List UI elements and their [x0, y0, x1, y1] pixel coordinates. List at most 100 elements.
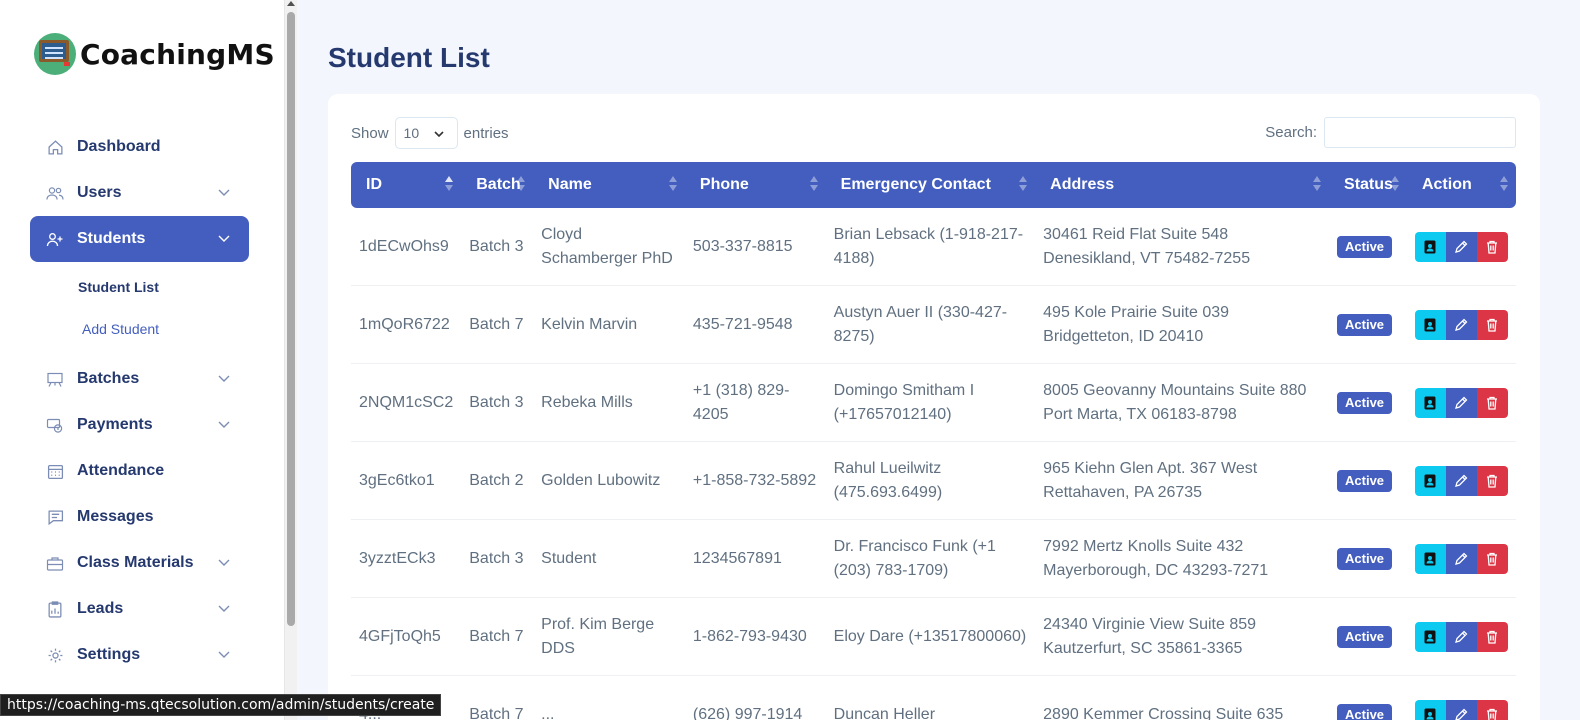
col-header-label: Action: [1421, 176, 1472, 193]
edit-button[interactable]: [1445, 231, 1477, 262]
cell-id: 3yzztECk3: [351, 520, 462, 598]
edit-button[interactable]: [1445, 465, 1477, 496]
view-button[interactable]: [1414, 621, 1446, 652]
cell-emergency-contact: Duncan Heller: [826, 676, 1036, 720]
cell-status: Active: [1329, 364, 1407, 442]
trash-icon: [1487, 552, 1498, 566]
col-header-name[interactable]: Name: [533, 162, 685, 208]
view-button[interactable]: [1414, 309, 1446, 340]
delete-button[interactable]: [1476, 699, 1508, 720]
status-badge: Active: [1337, 235, 1393, 258]
users-icon: [46, 184, 64, 202]
edit-button[interactable]: [1445, 309, 1477, 340]
sidebar-item-label: Payments: [77, 416, 153, 433]
clipboard-icon: [46, 600, 64, 618]
submenu-add-student[interactable]: Add Student: [30, 308, 249, 350]
row-actions: [1414, 309, 1508, 340]
col-header-status[interactable]: Status: [1329, 162, 1407, 208]
sidebar-item-label: Dashboard: [77, 138, 161, 155]
cell-status: Active: [1329, 676, 1407, 720]
col-header-id[interactable]: ID: [351, 162, 462, 208]
sidebar-item-settings[interactable]: Settings: [30, 632, 249, 678]
table-header-row: ID Batch Name Phone Emergency Contact Ad…: [351, 162, 1516, 208]
pencil-icon: [1455, 630, 1468, 643]
col-header-address[interactable]: Address: [1035, 162, 1330, 208]
logo-text: CoachingMS: [80, 37, 275, 71]
row-actions: [1414, 699, 1508, 720]
sort-icon: [517, 176, 526, 194]
chevron-down-icon: [433, 131, 444, 138]
row-actions: [1414, 621, 1508, 652]
cell-phone: +1-858-732-5892: [684, 442, 826, 520]
cell-emergency-contact: Austyn Auer II (330-427-8275): [825, 286, 1036, 364]
view-button[interactable]: [1414, 387, 1446, 418]
status-badge: Active: [1337, 313, 1393, 336]
app-logo[interactable]: CoachingMS: [34, 32, 275, 76]
cell-phone: 1-862-793-9430: [684, 598, 826, 676]
payments-icon: [46, 416, 64, 434]
sidebar-item-leads[interactable]: Leads: [30, 586, 249, 632]
gear-icon: [46, 646, 64, 664]
cell-action: [1406, 208, 1516, 286]
edit-button[interactable]: [1445, 699, 1477, 720]
scroll-up-arrow-icon[interactable]: [287, 1, 295, 6]
cell-id: 1mQoR6722: [351, 286, 462, 364]
pencil-icon: [1455, 396, 1468, 409]
trash-icon: [1487, 474, 1498, 488]
cell-phone: (626) 997-1914: [685, 676, 826, 720]
view-button[interactable]: [1414, 231, 1446, 262]
sidebar-item-payments[interactable]: Payments: [30, 402, 249, 448]
col-header-label: Name: [548, 176, 592, 193]
col-header-phone[interactable]: Phone: [684, 162, 826, 208]
delete-button[interactable]: [1476, 387, 1508, 418]
show-label: Show: [351, 124, 389, 142]
col-header-batch[interactable]: Batch: [461, 162, 534, 208]
delete-button[interactable]: [1476, 621, 1508, 652]
entries-select[interactable]: 10: [394, 117, 458, 149]
cell-id: 4GFjToQh5: [351, 598, 462, 676]
sidebar-item-batches[interactable]: Batches: [30, 356, 249, 402]
delete-button[interactable]: [1476, 465, 1508, 496]
delete-button[interactable]: [1476, 231, 1508, 262]
sidebar-item-label: Attendance: [77, 462, 165, 479]
sidebar-item-attendance[interactable]: Attendance: [30, 448, 249, 494]
sidebar-item-messages[interactable]: Messages: [30, 494, 249, 540]
edit-button[interactable]: [1445, 543, 1477, 574]
col-header-emergency-contact[interactable]: Emergency Contact: [825, 162, 1036, 208]
table-row: 4... Batch 7 ... (626) 997-1914 Duncan H…: [351, 676, 1516, 720]
sidebar-item-class-materials[interactable]: Class Materials: [30, 540, 249, 586]
cell-action: [1406, 286, 1516, 364]
cell-address: 495 Kole Prairie Suite 039 Bridgetteton,…: [1035, 286, 1330, 364]
edit-button[interactable]: [1445, 387, 1477, 418]
col-header-label: Status: [1344, 176, 1393, 193]
cell-status: Active: [1329, 520, 1407, 598]
view-button[interactable]: [1414, 543, 1446, 574]
status-badge: Active: [1337, 391, 1393, 414]
view-button[interactable]: [1414, 699, 1446, 720]
entries-length-control: Show 10 entries: [351, 117, 509, 149]
delete-button[interactable]: [1476, 543, 1508, 574]
col-header-action[interactable]: Action: [1406, 162, 1516, 208]
row-actions: [1414, 465, 1508, 496]
sidebar-item-users[interactable]: Users: [30, 170, 249, 216]
scrollbar-thumb[interactable]: [287, 12, 295, 626]
cell-address: 2890 Kemmer Crossing Suite 635: [1035, 676, 1329, 720]
edit-button[interactable]: [1445, 621, 1477, 652]
cell-name: Cloyd Schamberger PhD: [533, 208, 685, 286]
cell-emergency-contact: Domingo Smitham I (+17657012140): [825, 364, 1036, 442]
view-button[interactable]: [1414, 465, 1446, 496]
sidebar-item-label: Batches: [77, 370, 140, 387]
cell-id: 3gEc6tko1: [351, 442, 462, 520]
sidebar-item-students[interactable]: Students: [30, 216, 249, 262]
delete-button[interactable]: [1476, 309, 1508, 340]
search-input[interactable]: [1324, 117, 1516, 148]
sidebar-item-dashboard[interactable]: Dashboard: [30, 124, 249, 170]
col-header-label: Phone: [699, 176, 749, 193]
chevron-down-icon: [218, 651, 230, 658]
sidebar-scrollbar[interactable]: [284, 0, 297, 720]
cell-batch: Batch 7: [461, 598, 534, 676]
table-row: 2NQM1cSC2 Batch 3 Rebeka Mills +1 (318) …: [351, 364, 1516, 442]
students-table: ID Batch Name Phone Emergency Contact Ad…: [351, 162, 1516, 720]
submenu-student-list[interactable]: Student List: [30, 266, 249, 308]
chevron-down-icon: [218, 375, 230, 382]
